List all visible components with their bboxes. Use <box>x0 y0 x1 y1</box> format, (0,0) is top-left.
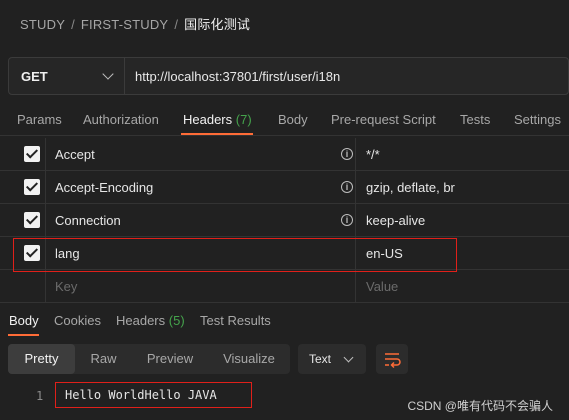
tab-response-headers-label: Headers <box>116 313 166 328</box>
highlight-box <box>13 238 457 272</box>
header-row: Connection i keep-alive <box>0 204 569 237</box>
tab-tests[interactable]: Tests <box>460 112 490 127</box>
header-key[interactable]: Connection <box>55 213 121 228</box>
tab-settings[interactable]: Settings <box>514 112 561 127</box>
view-pretty-button[interactable]: Pretty <box>8 344 75 374</box>
info-circle-icon[interactable]: i <box>341 181 353 193</box>
view-preview-button[interactable]: Preview <box>132 344 208 374</box>
view-raw-button[interactable]: Raw <box>75 344 132 374</box>
header-key[interactable]: Accept <box>55 147 95 162</box>
header-key[interactable]: Accept-Encoding <box>55 180 153 195</box>
header-enabled-checkbox[interactable] <box>24 212 40 228</box>
tab-headers[interactable]: Headers (7) <box>183 112 252 127</box>
tab-pre-request-script[interactable]: Pre-request Script <box>331 112 436 127</box>
header-value[interactable]: */* <box>366 147 380 162</box>
tab-authorization[interactable]: Authorization <box>83 112 159 127</box>
request-bar: GET http://localhost:37801/first/user/i1… <box>8 57 569 95</box>
header-key-input[interactable]: Key <box>55 279 77 294</box>
tab-response-headers[interactable]: Headers (5) <box>116 313 185 328</box>
wrap-lines-button[interactable] <box>376 344 408 374</box>
breadcrumb-collection[interactable]: STUDY <box>20 17 65 32</box>
header-value[interactable]: gzip, deflate, br <box>366 180 455 195</box>
header-row: Accept i */* <box>0 138 569 171</box>
header-value-input[interactable]: Value <box>366 279 398 294</box>
breadcrumb-separator: / <box>174 17 179 32</box>
tab-test-results[interactable]: Test Results <box>200 313 271 328</box>
format-select-label: Text <box>309 352 332 366</box>
response-headers-count-badge: (5) <box>168 313 185 328</box>
chevron-down-icon <box>102 68 114 80</box>
active-tab-indicator <box>181 133 253 135</box>
header-row-empty: Key Value <box>0 270 569 303</box>
tab-headers-label: Headers <box>183 112 233 127</box>
breadcrumb-separator: / <box>71 17 75 32</box>
info-circle-icon[interactable]: i <box>341 214 353 226</box>
info-circle-icon[interactable]: i <box>341 148 353 160</box>
view-visualize-button[interactable]: Visualize <box>208 344 290 374</box>
chevron-down-icon <box>343 352 354 363</box>
tab-body[interactable]: Body <box>278 112 308 127</box>
active-tab-indicator <box>8 334 39 336</box>
header-value[interactable]: keep-alive <box>366 213 425 228</box>
breadcrumb: STUDY / FIRST-STUDY / 国际化测试 <box>20 14 250 33</box>
tab-params[interactable]: Params <box>17 112 62 127</box>
breadcrumb-folder[interactable]: FIRST-STUDY <box>81 17 168 32</box>
request-tabs: Params Authorization Headers (7) Body Pr… <box>0 104 569 136</box>
response-tabs: Body Cookies Headers (5) Test Results <box>0 306 569 336</box>
method-select[interactable]: GET <box>9 58 125 94</box>
watermark: CSDN @唯有代码不会骗人 <box>407 399 553 413</box>
view-mode-switcher: Pretty Raw Preview Visualize <box>8 344 290 374</box>
highlight-box <box>55 382 252 408</box>
request-name[interactable]: 国际化测试 <box>184 17 250 32</box>
url-input[interactable]: http://localhost:37801/first/user/i18n <box>125 58 568 94</box>
method-label: GET <box>21 68 48 84</box>
tab-response-body[interactable]: Body <box>9 313 39 328</box>
wrap-lines-icon <box>385 353 401 369</box>
header-enabled-checkbox[interactable] <box>24 179 40 195</box>
line-number: 1 <box>36 389 44 403</box>
format-select[interactable]: Text <box>298 344 366 374</box>
headers-count-badge: (7) <box>235 112 252 127</box>
header-row: Accept-Encoding i gzip, deflate, br <box>0 171 569 204</box>
header-enabled-checkbox[interactable] <box>24 146 40 162</box>
tab-cookies[interactable]: Cookies <box>54 313 101 328</box>
